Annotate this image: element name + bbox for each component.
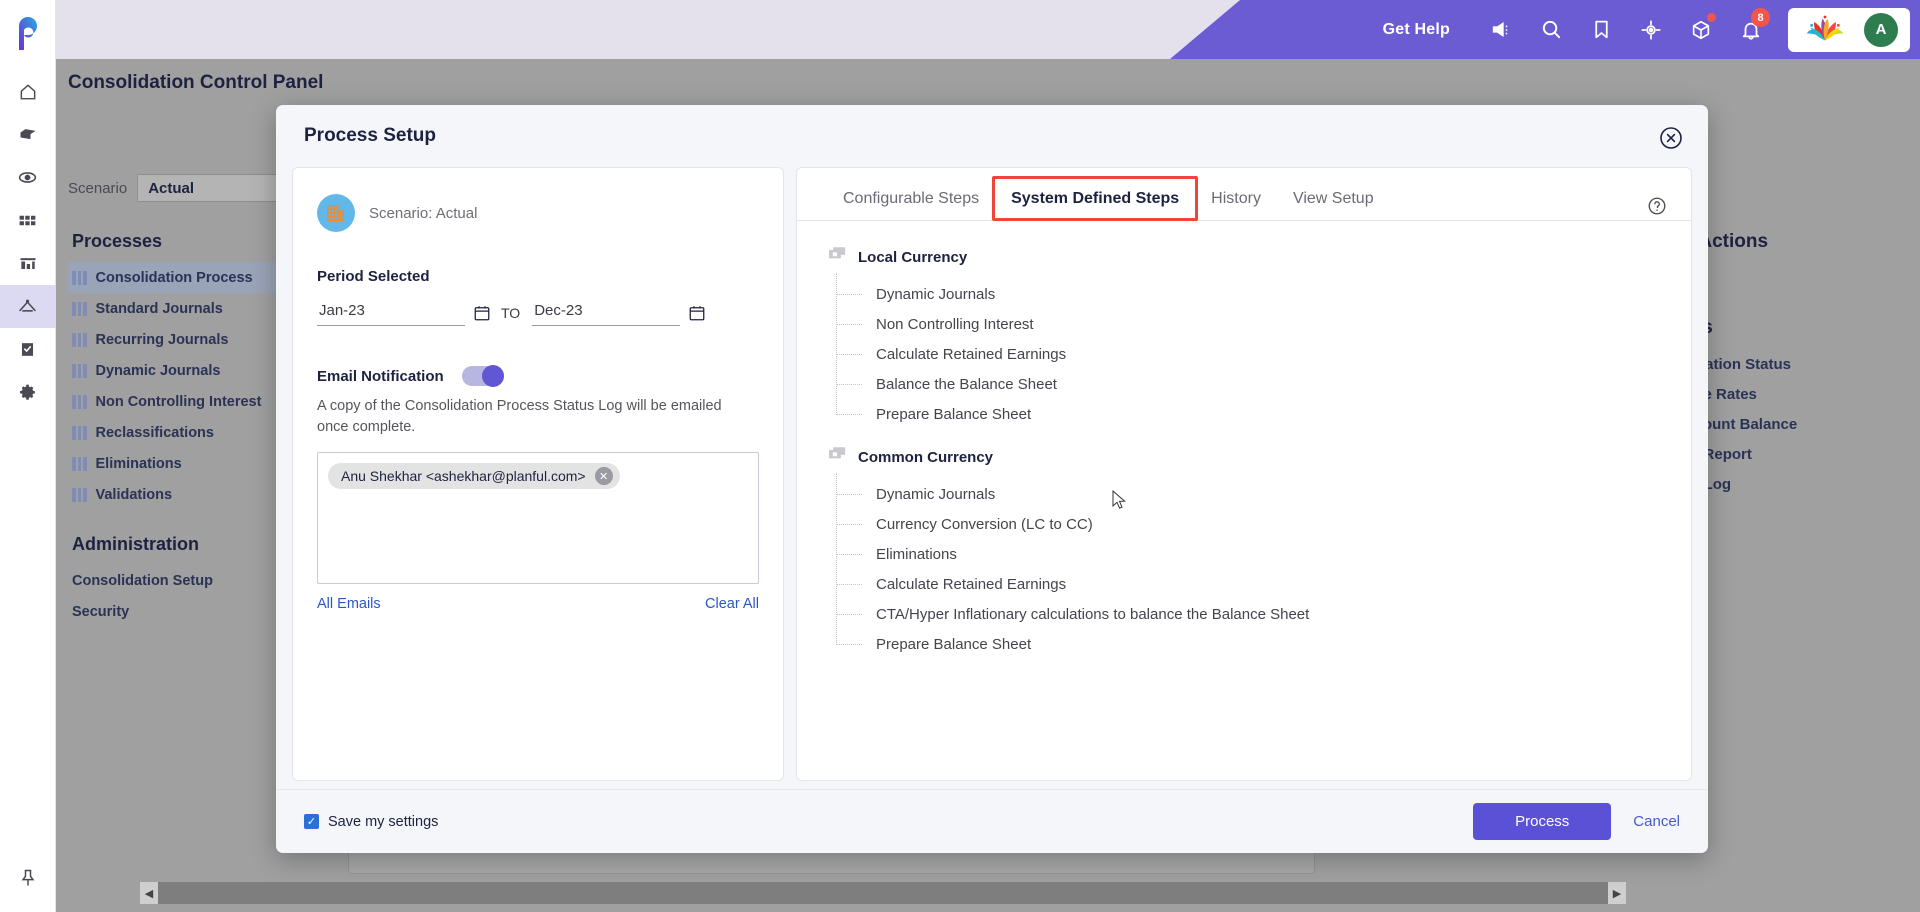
calendar-icon[interactable] bbox=[680, 304, 714, 322]
period-to-label: TO bbox=[501, 304, 521, 321]
group-header: Common Currency bbox=[829, 447, 1661, 467]
step-label: Prepare Balance Sheet bbox=[876, 405, 1032, 423]
dialog-footer: ✓ Save my settings Process Cancel bbox=[276, 789, 1708, 853]
recipient-chip[interactable]: Anu Shekhar <ashekhar@planful.com> ✕ bbox=[328, 463, 620, 490]
step-label: Balance the Balance Sheet bbox=[876, 375, 1057, 393]
recipients-actions: All Emails Clear All bbox=[317, 596, 759, 612]
recipients-box[interactable]: Anu Shekhar <ashekhar@planful.com> ✕ bbox=[317, 452, 759, 585]
dialog-body: Scenario: Actual Period Selected Jan-23 … bbox=[276, 167, 1708, 789]
email-notification-label: Email Notification bbox=[317, 367, 444, 385]
step-label: Calculate Retained Earnings bbox=[876, 345, 1067, 363]
modal-overlay: Process Setup Scenario: Actual Period Se… bbox=[0, 0, 1920, 912]
step-label: Currency Conversion (LC to CC) bbox=[876, 515, 1093, 533]
module-stack-icon bbox=[829, 247, 846, 267]
toggle-knob bbox=[481, 365, 504, 387]
step-group-local-currency: Local Currency Dynamic Journals Non Cont… bbox=[829, 247, 1661, 429]
recipient-label: Anu Shekhar <ashekhar@planful.com> bbox=[341, 468, 586, 485]
email-notification-toggle[interactable] bbox=[461, 365, 504, 387]
step-item[interactable]: Currency Conversion (LC to CC) bbox=[836, 509, 1661, 539]
period-to-input[interactable]: Dec-23 bbox=[532, 299, 681, 326]
step-label: Dynamic Journals bbox=[876, 485, 996, 503]
setup-tabs: Configurable Steps System Defined Steps … bbox=[797, 176, 1691, 221]
period-from-input[interactable]: Jan-23 bbox=[317, 299, 465, 326]
email-notification-row: Email Notification bbox=[317, 365, 759, 387]
step-item[interactable]: CTA/Hyper Inflationary calculations to b… bbox=[836, 599, 1661, 629]
dialog-title: Process Setup bbox=[304, 125, 436, 146]
tab-configurable-steps[interactable]: Configurable Steps bbox=[827, 180, 995, 220]
checkbox-checked-icon: ✓ bbox=[304, 814, 319, 829]
step-item[interactable]: Calculate Retained Earnings bbox=[836, 569, 1661, 599]
all-emails-link[interactable]: All Emails bbox=[317, 596, 381, 612]
step-label: Prepare Balance Sheet bbox=[876, 635, 1032, 653]
group-title: Common Currency bbox=[858, 448, 994, 466]
remove-chip-icon[interactable]: ✕ bbox=[594, 467, 613, 486]
group-steps: Dynamic Journals Non Controlling Interes… bbox=[829, 273, 1661, 429]
scenario-row: Scenario: Actual bbox=[317, 194, 759, 232]
tab-history[interactable]: History bbox=[1195, 180, 1277, 220]
setup-right-panel: Configurable Steps System Defined Steps … bbox=[796, 167, 1692, 781]
building-icon bbox=[317, 194, 355, 232]
process-button[interactable]: Process bbox=[1473, 803, 1612, 840]
step-label: CTA/Hyper Inflationary calculations to b… bbox=[876, 605, 1310, 623]
step-item[interactable]: Prepare Balance Sheet bbox=[836, 629, 1661, 659]
step-item[interactable]: Calculate Retained Earnings bbox=[836, 339, 1661, 369]
tab-system-defined-steps[interactable]: System Defined Steps bbox=[995, 180, 1196, 221]
group-steps: Dynamic Journals Currency Conversion (LC… bbox=[829, 473, 1661, 659]
step-label: Calculate Retained Earnings bbox=[876, 575, 1067, 593]
footer-actions: Process Cancel bbox=[1473, 803, 1680, 840]
group-header: Local Currency bbox=[829, 247, 1661, 267]
step-label: Non Controlling Interest bbox=[876, 315, 1034, 333]
dialog-header: Process Setup bbox=[276, 105, 1708, 167]
step-item[interactable]: Balance the Balance Sheet bbox=[836, 369, 1661, 399]
step-item[interactable]: Eliminations bbox=[836, 539, 1661, 569]
email-description: A copy of the Consolidation Process Stat… bbox=[317, 398, 722, 436]
save-my-settings-checkbox[interactable]: ✓ Save my settings bbox=[304, 814, 438, 830]
system-defined-steps-list: Local Currency Dynamic Journals Non Cont… bbox=[797, 221, 1691, 773]
step-item[interactable]: Dynamic Journals bbox=[836, 479, 1661, 509]
step-label: Eliminations bbox=[876, 545, 957, 563]
period-range: Jan-23 TO Dec-23 bbox=[317, 299, 759, 326]
step-item[interactable]: Dynamic Journals bbox=[836, 279, 1661, 309]
close-circle-icon[interactable] bbox=[1659, 126, 1683, 150]
step-item[interactable]: Prepare Balance Sheet bbox=[836, 399, 1661, 429]
step-group-common-currency: Common Currency Dynamic Journals Currenc… bbox=[829, 447, 1661, 659]
calendar-icon[interactable] bbox=[465, 304, 499, 322]
clear-all-link[interactable]: Clear All bbox=[705, 596, 759, 612]
group-title: Local Currency bbox=[858, 248, 968, 266]
scenario-text: Scenario: Actual bbox=[369, 204, 478, 222]
process-setup-dialog: Process Setup Scenario: Actual Period Se… bbox=[276, 105, 1708, 853]
setup-left-panel: Scenario: Actual Period Selected Jan-23 … bbox=[292, 167, 784, 781]
cancel-button[interactable]: Cancel bbox=[1633, 813, 1680, 830]
help-circle-icon[interactable] bbox=[1647, 196, 1667, 216]
module-stack-icon bbox=[829, 447, 846, 467]
tab-view-setup[interactable]: View Setup bbox=[1277, 180, 1390, 220]
step-item[interactable]: Non Controlling Interest bbox=[836, 309, 1661, 339]
save-my-settings-label: Save my settings bbox=[328, 813, 439, 830]
period-selected-label: Period Selected bbox=[317, 268, 430, 285]
step-label: Dynamic Journals bbox=[876, 285, 996, 303]
